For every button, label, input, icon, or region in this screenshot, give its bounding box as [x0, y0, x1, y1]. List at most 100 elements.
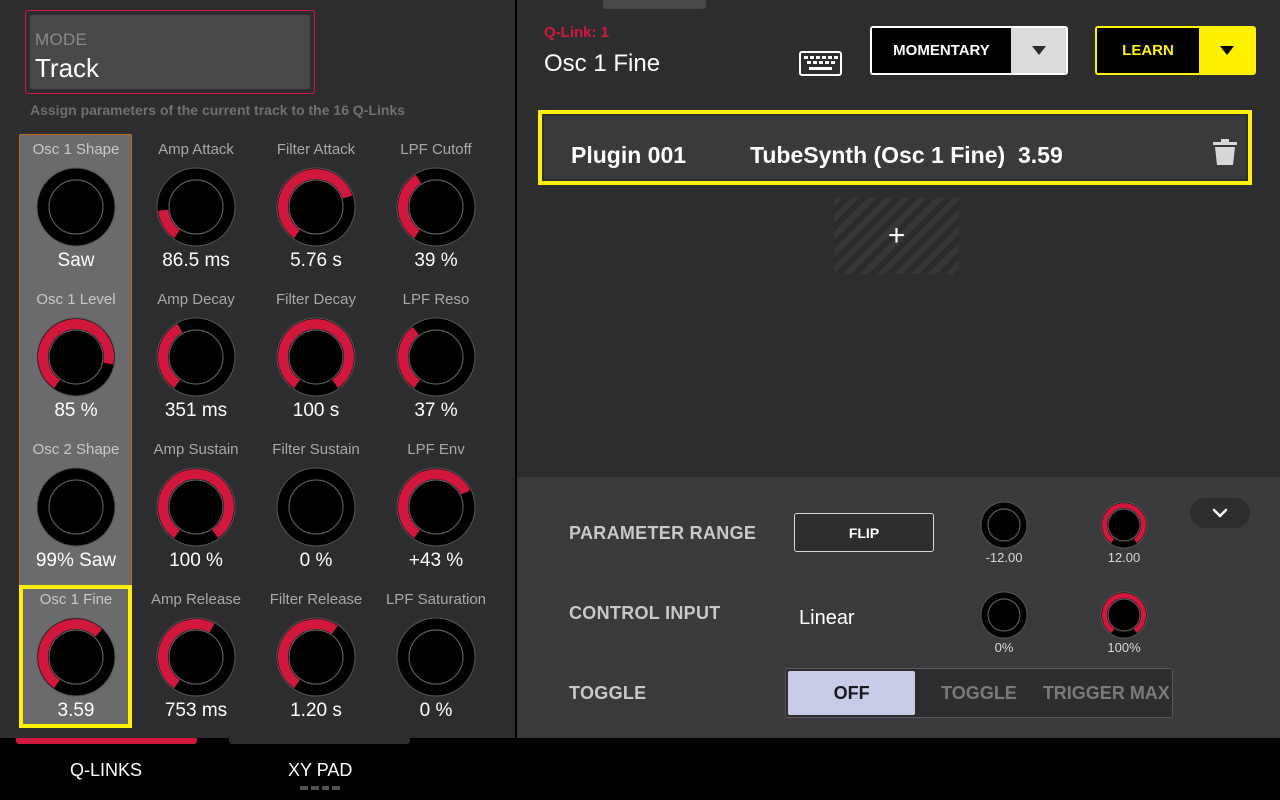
- knob-value: 39 %: [414, 250, 458, 271]
- knob-dial[interactable]: [276, 317, 356, 397]
- knob-value: 100 %: [169, 550, 223, 571]
- knob-value: 85 %: [54, 400, 98, 421]
- qlink-number-label: Q-Link: 1: [544, 24, 610, 41]
- knob-cap: [168, 179, 224, 235]
- learn-dropdown[interactable]: LEARN: [1095, 26, 1256, 75]
- knob-cap: [288, 629, 344, 685]
- flip-button[interactable]: FLIP: [794, 513, 934, 552]
- trash-icon[interactable]: [1213, 139, 1237, 165]
- tab-xypad[interactable]: XY PAD: [288, 760, 352, 781]
- knob-value: 0 %: [299, 550, 333, 571]
- knob-dial[interactable]: [396, 167, 476, 247]
- selected-knob-highlight: [19, 585, 132, 728]
- tab-xypad-indicator: [229, 738, 410, 744]
- toggle-label: TOGGLE: [569, 683, 647, 703]
- knob-title: Amp Release: [150, 591, 242, 608]
- knob-cap: [408, 629, 464, 685]
- qlink-knob-cell[interactable]: Osc 1 Shape Saw: [16, 136, 136, 286]
- mode-selector-inner: MODE Track: [30, 15, 310, 89]
- tab-qlinks[interactable]: Q-LINKS: [70, 760, 142, 781]
- knob-title: LPF Cutoff: [400, 141, 472, 158]
- qlink-knob-cell[interactable]: Osc 2 Shape 99% Saw: [16, 436, 136, 586]
- knob-dial[interactable]: [396, 467, 476, 547]
- qlink-param-name: Osc 1 Fine: [544, 50, 661, 77]
- knob-cap: [408, 329, 464, 385]
- toggle-segmented-control: OFF TOGGLE TRIGGER MAX: [785, 668, 1173, 718]
- toggle-option-toggle[interactable]: TOGGLE: [915, 671, 1042, 715]
- momentary-dropdown[interactable]: MOMENTARY: [870, 26, 1068, 75]
- momentary-dropdown-label: MOMENTARY: [872, 28, 1011, 73]
- control-min-knob[interactable]: [980, 591, 1028, 639]
- control-max-knob[interactable]: [1100, 591, 1148, 639]
- chevron-down-icon: [1219, 46, 1234, 55]
- knob-title: Osc 2 Shape: [32, 441, 120, 458]
- knob-value: 5.76 s: [290, 250, 342, 271]
- assign-description: Assign parameters of the current track t…: [30, 102, 405, 118]
- assignment-row[interactable]: Plugin 001 TubeSynth (Osc 1 Fine) 3.59: [538, 110, 1252, 185]
- qlink-knob-cell[interactable]: LPF Env +43 %: [376, 436, 496, 586]
- qlink-knob-cell[interactable]: Amp Decay 351 ms: [136, 286, 256, 436]
- tab-qlinks-indicator: [16, 738, 197, 744]
- knob-value: 37 %: [414, 400, 458, 421]
- knob-title: Filter Release: [269, 591, 363, 608]
- qlink-knob-cell[interactable]: LPF Cutoff 39 %: [376, 136, 496, 286]
- knob-title: Amp Attack: [158, 141, 234, 158]
- collapse-button[interactable]: [1190, 498, 1250, 528]
- momentary-dropdown-arrow[interactable]: [1011, 28, 1066, 73]
- keyboard-icon[interactable]: [799, 51, 842, 76]
- knob-dial[interactable]: [36, 317, 116, 397]
- control-input-value[interactable]: Linear: [799, 607, 855, 630]
- knob-title: Filter Decay: [275, 291, 357, 308]
- range-min-knob[interactable]: [980, 501, 1028, 549]
- knob-value: 100 s: [292, 400, 340, 421]
- knob-dial[interactable]: [156, 167, 236, 247]
- knob-dial[interactable]: [396, 317, 476, 397]
- knob-dial[interactable]: [276, 617, 356, 697]
- knob-dial[interactable]: [396, 617, 476, 697]
- top-handle[interactable]: [603, 0, 706, 9]
- control-min-cap: [987, 598, 1021, 632]
- knob-dial[interactable]: [36, 467, 116, 547]
- knob-cap: [168, 479, 224, 535]
- range-min-value: -12.00: [985, 550, 1023, 565]
- knob-title: LPF Saturation: [385, 591, 487, 608]
- knob-dial[interactable]: [156, 617, 236, 697]
- qlink-knob-cell[interactable]: Osc 1 Level 85 %: [16, 286, 136, 436]
- control-input-label: CONTROL INPUT: [569, 603, 721, 623]
- knob-cap: [48, 479, 104, 535]
- range-max-knob[interactable]: [1100, 501, 1148, 549]
- knob-dial[interactable]: [276, 167, 356, 247]
- qlink-knob-cell[interactable]: Amp Attack 86.5 ms: [136, 136, 256, 286]
- knob-dial[interactable]: [156, 467, 236, 547]
- add-assignment-button[interactable]: +: [834, 198, 959, 274]
- qlink-knob-cell[interactable]: Filter Release 1.20 s: [256, 586, 376, 736]
- knob-dial[interactable]: [36, 167, 116, 247]
- knob-value: 351 ms: [164, 400, 228, 421]
- knob-cap: [408, 179, 464, 235]
- knob-title: Osc 1 Level: [36, 291, 116, 308]
- qlink-knob-cell[interactable]: Amp Release 753 ms: [136, 586, 256, 736]
- toggle-option-trigger-max[interactable]: TRIGGER MAX: [1043, 671, 1170, 715]
- qlink-knob-cell[interactable]: Amp Sustain 100 %: [136, 436, 256, 586]
- learn-dropdown-arrow[interactable]: [1199, 28, 1254, 73]
- qlink-knob-cell[interactable]: LPF Reso 37 %: [376, 286, 496, 436]
- knob-title: Filter Attack: [276, 141, 356, 158]
- knob-value: 753 ms: [164, 700, 228, 721]
- qlink-knob-cell[interactable]: Filter Sustain 0 %: [256, 436, 376, 586]
- knob-title: Amp Sustain: [153, 441, 239, 458]
- mode-selector[interactable]: MODE Track: [25, 10, 315, 94]
- knob-value: Saw: [57, 250, 95, 271]
- qlink-knob-cell[interactable]: Filter Attack 5.76 s: [256, 136, 376, 286]
- knob-title: Filter Sustain: [272, 441, 360, 458]
- toggle-option-off[interactable]: OFF: [788, 671, 916, 715]
- qlink-knob-cell[interactable]: Filter Decay 100 s: [256, 286, 376, 436]
- qlink-knob-cell[interactable]: LPF Saturation 0 %: [376, 586, 496, 736]
- knob-dial[interactable]: [276, 467, 356, 547]
- knob-dial[interactable]: [156, 317, 236, 397]
- knob-cap: [288, 479, 344, 535]
- knob-title: LPF Reso: [402, 291, 470, 308]
- parameter-range-label: PARAMETER RANGE: [569, 523, 757, 543]
- range-max-cap: [1107, 508, 1141, 542]
- knob-title: Amp Decay: [157, 291, 235, 308]
- knob-value: 99% Saw: [35, 550, 117, 571]
